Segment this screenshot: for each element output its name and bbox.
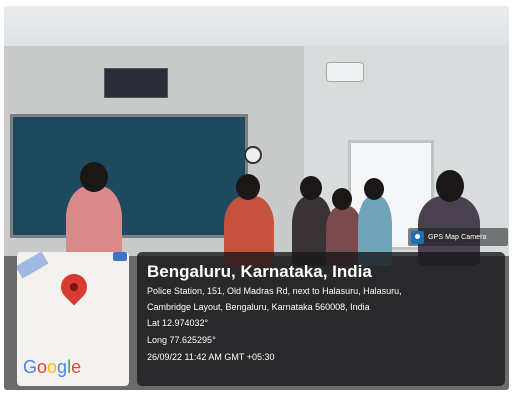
address-line-1: Police Station, 151, Old Madras Rd, next… — [147, 286, 402, 296]
person-dark-head — [300, 176, 322, 200]
gps-camera-label: GPS Map Camera — [428, 233, 487, 241]
address-line-2: Cambridge Layout, Bengaluru, Karnataka 5… — [147, 302, 370, 312]
blackboard — [10, 114, 248, 238]
gps-camera-tag: GPS Map Camera — [408, 228, 508, 246]
wall-clock — [244, 146, 262, 164]
map-thumbnail[interactable]: Google — [17, 252, 129, 386]
person-maroon-head — [332, 188, 352, 210]
location-title: Bengaluru, Karnataka, India — [147, 262, 372, 281]
map-road — [17, 252, 49, 279]
camera-icon — [411, 230, 424, 244]
map-pin-icon — [55, 268, 93, 306]
map-badge — [113, 252, 127, 261]
person-teal-head — [364, 178, 384, 200]
location-info-panel: Bengaluru, Karnataka, India Police Stati… — [137, 252, 505, 386]
wall-sign — [104, 68, 168, 98]
latitude: Lat 12.974032° — [147, 318, 209, 328]
photo-frame: GPS Map Camera Google Bengaluru, Karnata… — [0, 0, 513, 397]
google-logo: Google — [23, 357, 82, 377]
person-orange-head — [236, 174, 260, 200]
person-pink-head — [80, 162, 108, 192]
person-right-head — [436, 170, 464, 202]
longitude: Long 77.625295° — [147, 335, 216, 345]
projector — [326, 62, 364, 82]
timestamp: 26/09/22 11:42 AM GMT +05:30 — [147, 352, 275, 362]
